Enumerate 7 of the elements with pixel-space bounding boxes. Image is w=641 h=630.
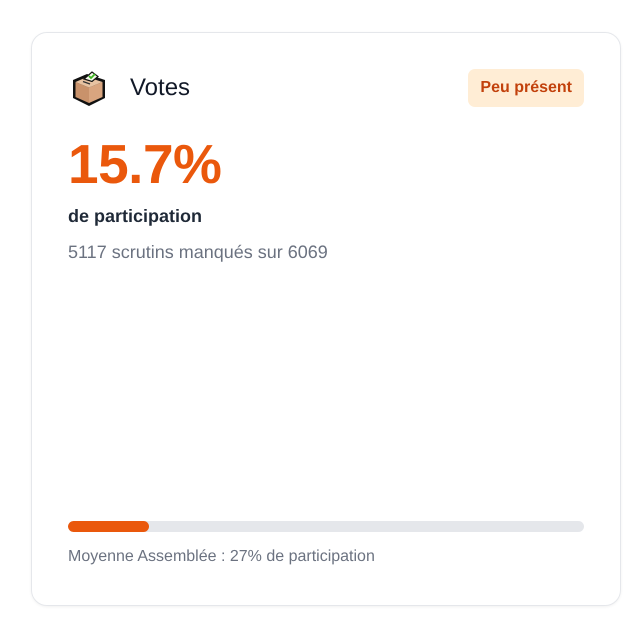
ballot-box-icon <box>70 69 108 107</box>
rate-label: de participation <box>68 204 202 228</box>
status-tag: Peu présent <box>468 69 584 107</box>
missed-votes-text: 5117 scrutins manqués sur 6069 <box>68 240 328 264</box>
participation-rate: 15.7% <box>68 134 222 194</box>
average-caption: Moyenne Assemblée : 27% de participation <box>68 547 375 567</box>
card-title: Votes <box>130 73 190 103</box>
